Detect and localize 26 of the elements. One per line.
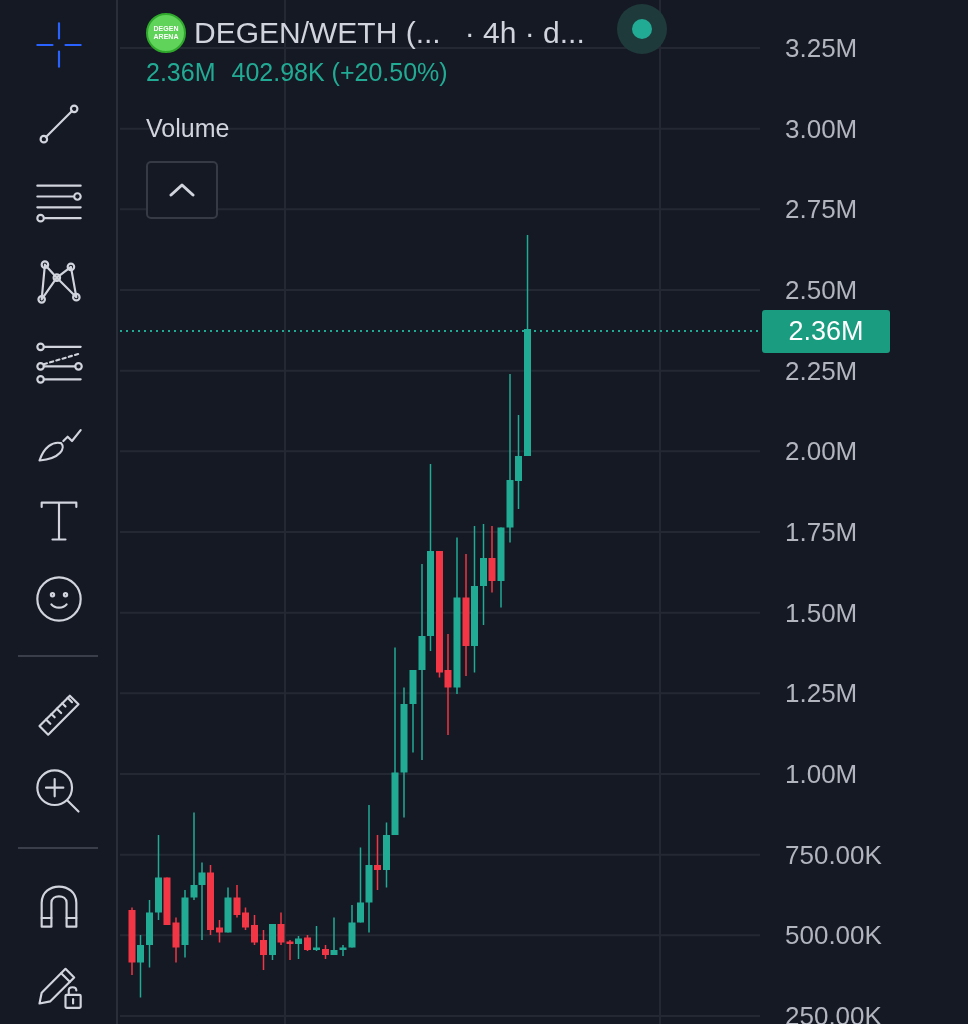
volume-label: Volume [146,112,231,144]
price-axis-label: 2.00M [785,436,858,467]
chevron-up-icon [169,182,195,198]
price-axis-label: 3.00M [785,113,858,144]
price-axis-label: 1.25M [785,678,858,709]
candle [260,929,267,971]
price-axis-label: 1.75M [785,517,858,547]
price-axis-label: 1.50M [785,597,858,628]
price-axis-label: 2.75M [785,194,858,225]
candle [304,934,311,952]
price-axis-label: 1.00M [785,759,858,789]
status-dot [631,19,652,39]
candle [146,899,153,969]
price-axis-label: 750.00K [785,839,882,870]
collapse-button[interactable] [146,161,218,219]
last-price-value: 2.36M [146,57,216,88]
interval-text: · 4h · d... [464,15,585,51]
price-axis-label: 3.25M [785,33,858,63]
last-price-label: 2.36M [762,310,890,353]
price-change-value: 402.98K (+20.50%) [231,57,448,88]
candle [313,925,320,952]
candle [251,914,258,946]
price-axis-label: 2.25M [785,355,858,386]
symbol-title[interactable]: DEGEN/WETH (... [194,14,441,52]
price-axis-label: 2.50M [785,275,858,305]
price-axis-label: 500.00K [785,920,882,951]
